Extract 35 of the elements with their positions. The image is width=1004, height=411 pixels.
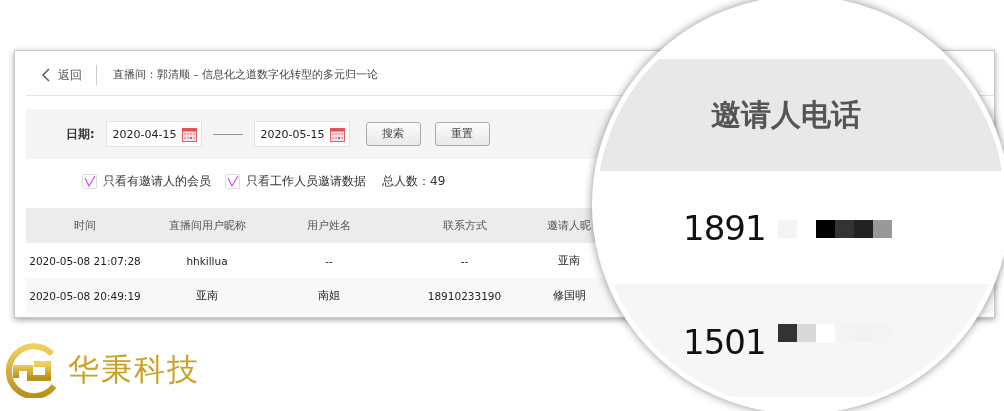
column-header: 时间 [73,218,97,233]
column-header: 用户姓名 [306,218,352,233]
chevron-left-icon [42,68,51,82]
checkbox-label: 只看工作人员邀请数据 [246,172,366,190]
table-cell-text: 2020-05-08 21:07:28 [28,254,142,267]
brand-name: 华秉科技 [68,350,200,389]
checkbox[interactable] [82,173,97,189]
column-header: 直播间用户昵称 [167,218,247,233]
table-cell-text: -- [324,254,334,267]
reset-button[interactable]: 重置 [434,122,490,146]
table-cell-text: 亚南 [195,288,219,303]
table-cell-text: 亚南 [557,253,581,268]
search-button[interactable]: 搜索 [365,122,421,146]
table-cell-text: hhkillua [185,254,229,267]
checkbox[interactable] [225,173,240,189]
column-header: 联系方式 [441,218,488,233]
page-title: 直播间：郭清顺 – 信息化之道数字化转型的多元归一论 [113,68,378,82]
phone-number: 1501 [683,322,766,362]
date-field[interactable]: 2020-04-15 [105,121,202,147]
table-cell-text: -- [459,254,470,267]
checkbox-label: 只看有邀请人的会员 [103,172,211,190]
column-header: 邀请人昵 [546,218,592,233]
table-cell-text: 2020-05-08 20:49:19 [28,289,142,302]
back-button[interactable]: 返回 [36,65,97,85]
table-cell-text: 修国明 [551,288,587,303]
check-icon [226,175,239,187]
date-field[interactable]: 2020-05-15 [253,121,350,147]
calendar-icon [181,127,197,142]
total-count: 总人数：49 [382,172,446,190]
phone-number: 1891 [683,207,766,248]
table-cell-text: 18910233190 [426,289,503,302]
calendar-icon [329,127,345,142]
table-cell-text: 南姐 [317,288,341,303]
date-label: 日期: [66,126,95,142]
check-icon [83,175,96,187]
